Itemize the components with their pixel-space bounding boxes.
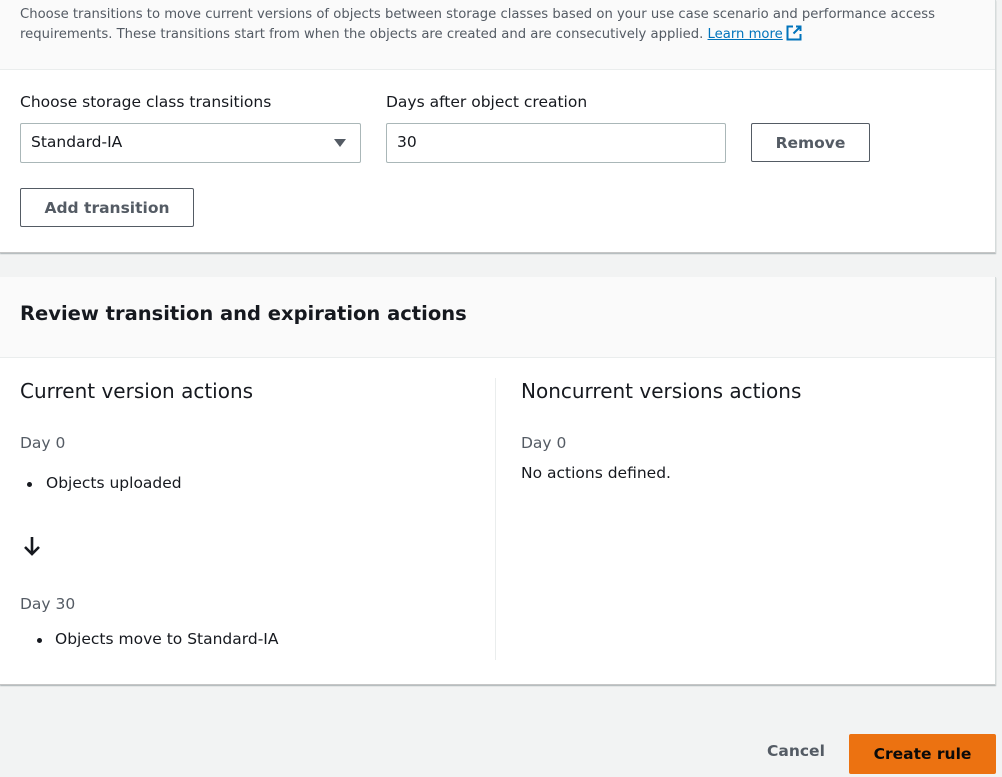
cancel-button[interactable]: Cancel [767, 742, 825, 760]
noncurrent-versions-actions-title: Noncurrent versions actions [521, 379, 802, 403]
column-divider [495, 378, 496, 660]
transitions-description: Choose transitions to move current versi… [20, 5, 970, 45]
learn-more-label: Learn more [707, 27, 783, 42]
storage-transitions-panel: Choose transitions to move current versi… [0, 0, 996, 253]
current-day-30-label: Day 30 [20, 595, 76, 613]
days-after-creation-input[interactable]: 30 [386, 123, 726, 163]
current-day-0-label: Day 0 [20, 434, 66, 452]
review-header: Review transition and expiration actions [0, 277, 995, 358]
storage-class-selected-value: Standard-IA [31, 133, 123, 151]
current-version-actions-title: Current version actions [20, 379, 254, 403]
current-step-0-action: Objects uploaded [46, 474, 182, 492]
external-link-icon [786, 25, 802, 41]
create-rule-button[interactable]: Create rule [849, 734, 996, 774]
storage-class-select[interactable]: Standard-IA [20, 123, 361, 163]
description-area: Choose transitions to move current versi… [0, 0, 995, 70]
current-step-1-action: Objects move to Standard-IA [55, 630, 279, 648]
remove-transition-button[interactable]: Remove [751, 123, 870, 162]
days-after-creation-label: Days after object creation [386, 93, 588, 111]
storage-class-label: Choose storage class transitions [20, 93, 272, 111]
bullet-icon [37, 638, 42, 643]
bullet-icon [27, 482, 32, 487]
review-title: Review transition and expiration actions [20, 302, 467, 325]
no-actions-message: No actions defined. [521, 464, 671, 482]
learn-more-link[interactable]: Learn more [707, 25, 802, 42]
noncurrent-day-0-label: Day 0 [521, 434, 567, 452]
add-transition-button[interactable]: Add transition [20, 188, 194, 227]
arrow-down-icon [24, 537, 40, 556]
caret-down-icon [334, 139, 346, 147]
